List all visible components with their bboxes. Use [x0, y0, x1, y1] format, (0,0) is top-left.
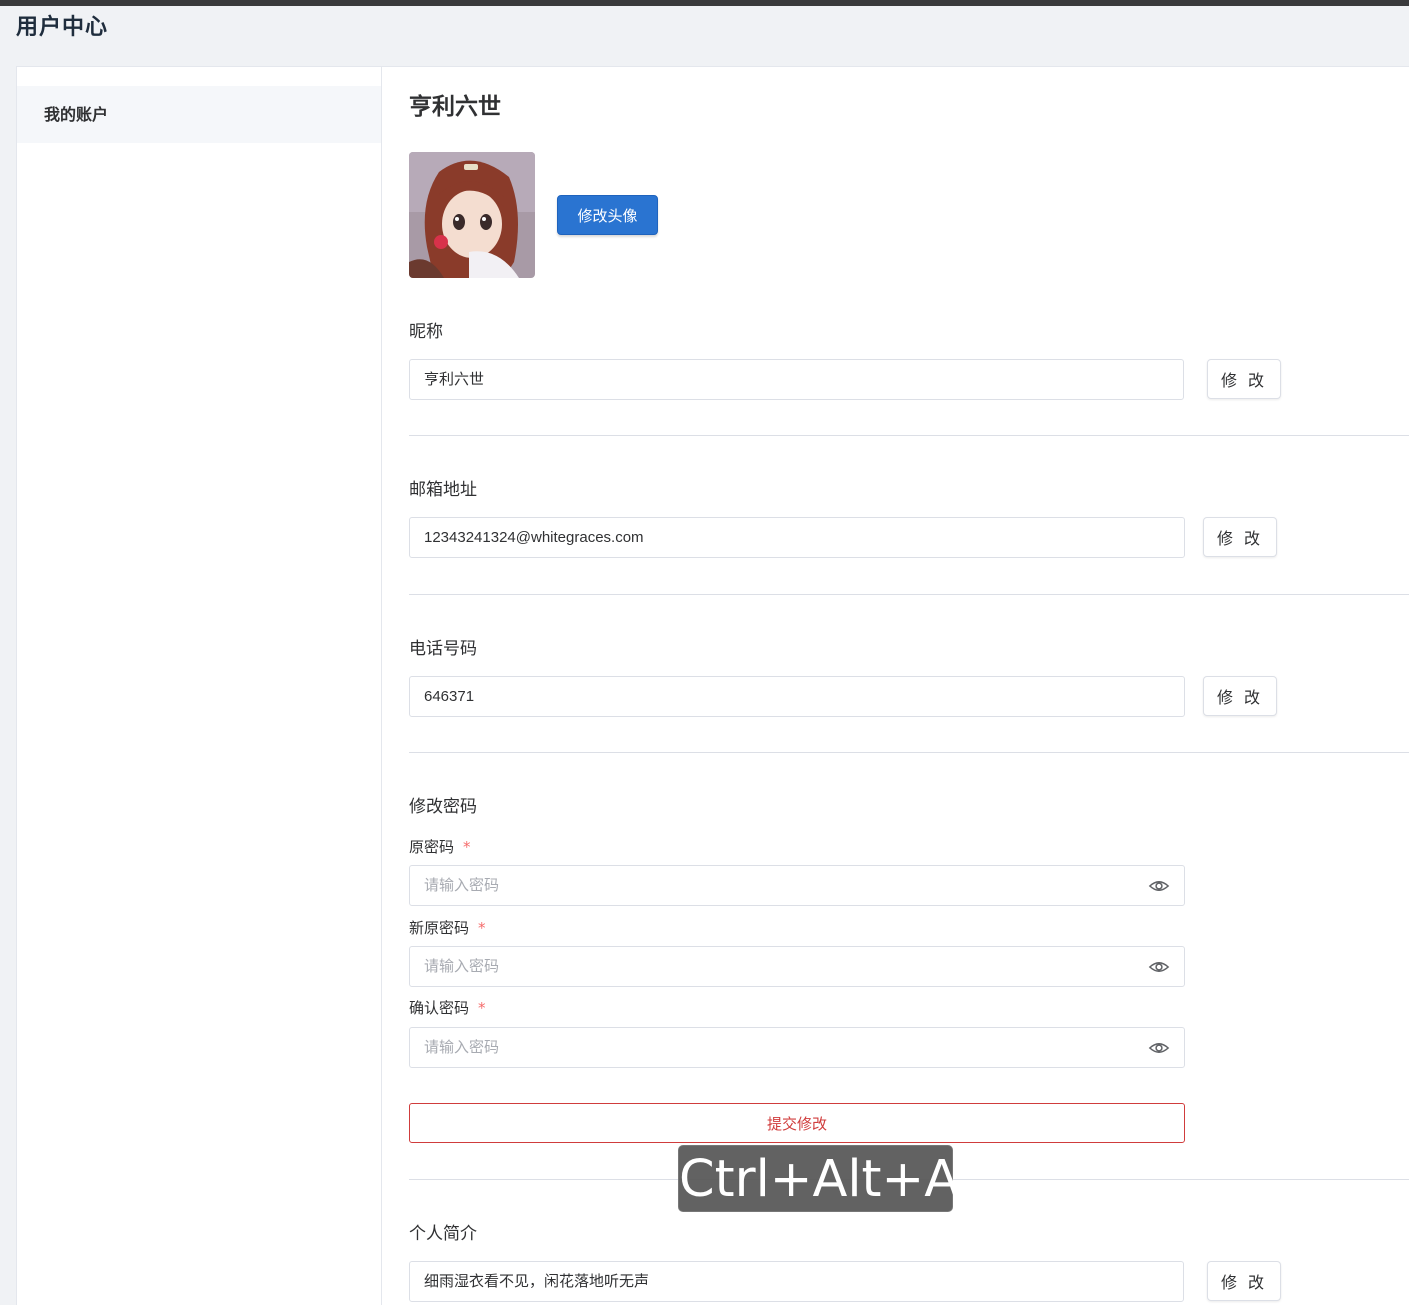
eye-icon[interactable] — [1148, 876, 1170, 896]
edit-nickname-button[interactable]: 修 改 — [1207, 359, 1281, 399]
edit-email-button[interactable]: 修 改 — [1203, 517, 1277, 557]
sidebar: 我的账户 — [17, 67, 382, 1305]
bio-field[interactable]: 细雨湿衣看不见，闲花落地听无声 — [409, 1261, 1184, 1302]
sidebar-item-my-account[interactable]: 我的账户 — [17, 86, 381, 143]
required-mark: * — [478, 999, 486, 1017]
nickname-field[interactable]: 亨利六世 — [409, 359, 1184, 400]
phone-label: 电话号码 — [409, 639, 477, 659]
username-heading: 亨利六世 — [409, 94, 501, 120]
account-card: 我的账户 亨利六世 修改头像 昵称 亨利六世 修 改 邮箱地址 12343241… — [16, 66, 1409, 1305]
required-mark: * — [478, 919, 486, 937]
eye-icon[interactable] — [1148, 957, 1170, 977]
new-password-input[interactable]: 请输入密码 — [409, 946, 1185, 987]
eye-icon[interactable] — [1148, 1038, 1170, 1058]
nickname-label: 昵称 — [409, 322, 443, 342]
edit-bio-button[interactable]: 修 改 — [1207, 1261, 1281, 1301]
old-password-placeholder: 请输入密码 — [424, 877, 500, 894]
edit-phone-button[interactable]: 修 改 — [1203, 676, 1277, 716]
avatar — [409, 152, 535, 278]
new-password-label-text: 新原密码 — [409, 919, 470, 937]
shortcut-overlay: Ctrl+Alt+A — [678, 1145, 959, 1212]
avatar-image — [409, 152, 535, 278]
bio-label: 个人简介 — [409, 1224, 477, 1244]
old-password-label-text: 原密码 — [409, 838, 455, 856]
divider — [409, 435, 1409, 436]
window-top-bar — [0, 0, 1409, 6]
page-title: 用户中心 — [16, 15, 109, 40]
new-password-label: 新原密码 * — [409, 917, 486, 938]
account-main: 亨利六世 修改头像 昵称 亨利六世 修 改 邮箱地址 12343241324@w… — [409, 67, 1409, 1305]
divider — [409, 594, 1409, 595]
confirm-password-input[interactable]: 请输入密码 — [409, 1027, 1185, 1068]
change-avatar-button[interactable]: 修改头像 — [557, 195, 658, 235]
submit-password-button[interactable]: 提交修改 — [409, 1103, 1185, 1143]
confirm-password-label-text: 确认密码 — [409, 999, 470, 1017]
divider — [409, 752, 1409, 753]
email-label: 邮箱地址 — [409, 480, 477, 500]
old-password-label: 原密码 * — [409, 836, 471, 857]
email-field[interactable]: 12343241324@whitegraces.com — [409, 517, 1185, 558]
new-password-placeholder: 请输入密码 — [424, 958, 500, 975]
confirm-password-label: 确认密码 * — [409, 997, 486, 1018]
required-mark: * — [463, 838, 471, 856]
old-password-input[interactable]: 请输入密码 — [409, 865, 1185, 906]
phone-field[interactable]: 646371 — [409, 676, 1185, 717]
confirm-password-placeholder: 请输入密码 — [424, 1039, 500, 1056]
change-password-label: 修改密码 — [409, 797, 477, 817]
